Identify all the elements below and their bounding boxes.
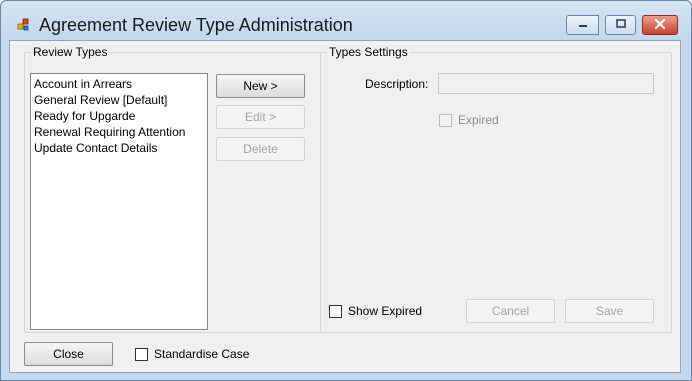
expired-checkbox[interactable] [439,114,452,127]
maximize-icon [615,18,627,32]
show-expired-checkbox[interactable] [329,305,342,318]
show-expired-label: Show Expired [348,304,423,318]
list-item[interactable]: Update Contact Details [34,140,204,156]
minimize-button[interactable] [566,15,599,35]
description-label: Description: [365,77,429,91]
standardise-case-label: Standardise Case [154,347,250,361]
close-icon [654,18,666,33]
delete-button[interactable]: Delete [216,137,305,161]
list-item[interactable]: Renewal Requiring Attention [34,124,204,140]
maximize-button[interactable] [605,15,636,35]
review-types-group: Review Types Account in Arrears General … [24,45,321,333]
window-title: Agreement Review Type Administration [39,15,353,35]
review-types-legend: Review Types [31,45,110,59]
close-button[interactable]: Close [24,342,113,366]
standardise-case-checkbox[interactable] [135,348,148,361]
app-icon [17,17,33,33]
save-button[interactable]: Save [565,299,654,323]
list-item[interactable]: General Review [Default] [34,92,204,108]
types-settings-group: Types Settings Description: Expired Show… [320,45,672,333]
close-window-button[interactable] [642,15,678,35]
description-field[interactable] [438,73,654,94]
new-button[interactable]: New > [216,74,305,98]
list-item[interactable]: Account in Arrears [34,76,204,92]
list-item[interactable]: Ready for Upgarde [34,108,204,124]
types-settings-legend: Types Settings [327,45,410,59]
main-window: Agreement Review Type Administration Rev… [0,0,692,381]
review-types-list[interactable]: Account in Arrears General Review [Defau… [30,73,208,330]
edit-button[interactable]: Edit > [216,105,305,129]
client-area: Review Types Account in Arrears General … [9,40,681,373]
expired-label: Expired [458,113,499,127]
minimize-icon [577,18,589,32]
title-bar[interactable]: Agreement Review Type Administration [1,1,691,39]
cancel-button[interactable]: Cancel [466,299,555,323]
